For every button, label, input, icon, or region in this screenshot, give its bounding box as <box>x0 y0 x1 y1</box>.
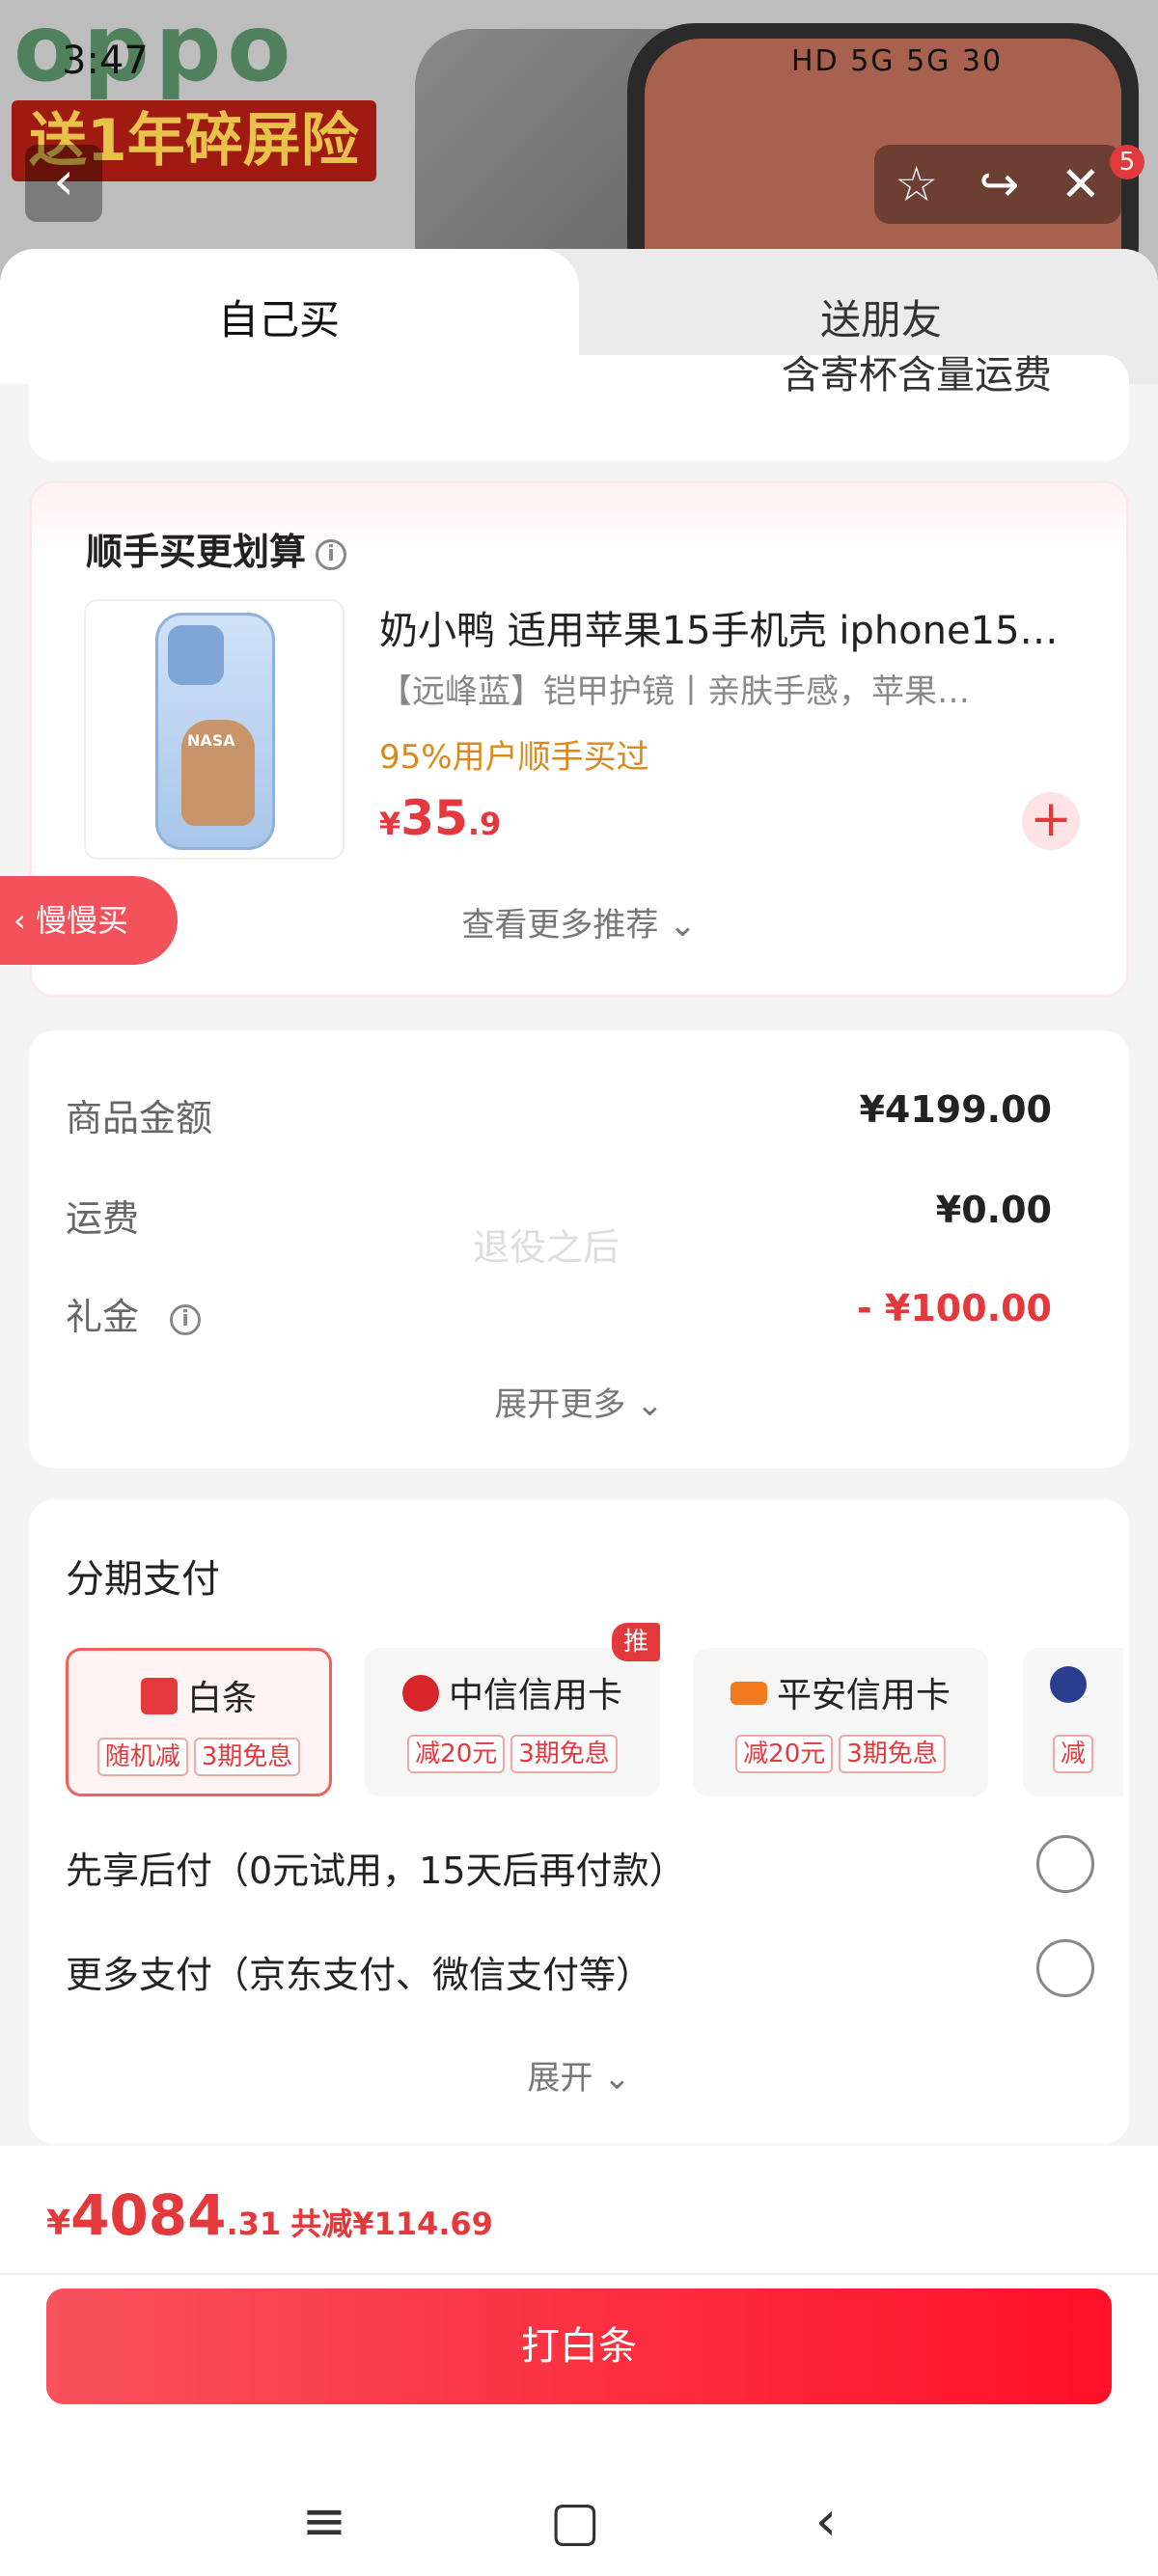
tab-self-label: 自己买 <box>218 296 341 343</box>
home-icon[interactable]: ▢ <box>537 2483 614 2561</box>
divider <box>0 2273 1158 2275</box>
shipping-label: 运费 <box>66 1197 140 1240</box>
back-button[interactable]: ‹ <box>25 145 102 222</box>
top-actions: ☆ ↪ ✕ <box>874 145 1121 224</box>
plus-icon: + <box>1030 790 1072 848</box>
expand-payment-link[interactable]: 展开 ⌄ <box>29 2051 1129 2098</box>
citic-icon <box>401 1675 439 1712</box>
close-icon[interactable]: ✕ <box>1061 156 1101 212</box>
baitiao-icon <box>140 1678 178 1714</box>
option-bank-partial[interactable]: 减 <box>1023 1648 1123 1796</box>
notification-badge: 5 <box>1110 145 1144 179</box>
more-pay-radio[interactable] <box>1036 1939 1094 1997</box>
menu-icon[interactable]: ≡ <box>286 2483 363 2561</box>
system-nav-bar: ≡ ▢ ‹ <box>0 2464 1158 2570</box>
product-spec[interactable]: 【远峰蓝】铠甲护镜丨亲肤手感，苹果… <box>379 665 1035 712</box>
star-icon[interactable]: ☆ <box>895 156 938 212</box>
slow-buy-button[interactable]: ‹ 慢慢买 <box>0 876 178 965</box>
chevron-left-icon: ‹ <box>53 151 74 211</box>
product-thumbnail[interactable]: NASA <box>84 599 345 860</box>
gift-money-row: 礼金 i - ¥100.00 <box>66 1287 1052 1340</box>
bank-icon <box>1050 1666 1087 1703</box>
option-baitiao[interactable]: 白条 随机减 3期免息 <box>66 1648 332 1796</box>
info-icon[interactable]: i <box>170 1303 202 1335</box>
tab-gift-label: 送朋友 <box>820 296 943 343</box>
installment-card: 分期支付 白条 随机减 3期免息 推 中信信用卡 减20元 3期免息 平安信用卡 减… <box>29 1499 1129 2144</box>
pingan-icon <box>730 1682 767 1705</box>
cut-off-text: 含寄杯含量运费 <box>782 353 1052 397</box>
share-icon[interactable]: ↪ <box>979 156 1020 212</box>
more-pay-option-label[interactable]: 更多支付（京东支付、微信支付等） <box>66 1945 652 1998</box>
back-icon[interactable]: ‹ <box>787 2483 865 2561</box>
gift-money-label: 礼金 <box>66 1296 140 1338</box>
info-icon[interactable]: i <box>316 538 347 570</box>
status-indicators: HD 5G 5G 30 <box>791 44 1004 78</box>
bnpl-option-label[interactable]: 先享后付（0元试用，15天后再付款） <box>66 1841 686 1894</box>
goods-amount-label: 商品金额 <box>66 1097 213 1139</box>
recommend-badge: 推 <box>612 1623 660 1661</box>
option-citic[interactable]: 推 中信信用卡 减20元 3期免息 <box>365 1623 660 1796</box>
more-recommend-link[interactable]: 查看更多推荐 ⌄ <box>32 898 1126 945</box>
brand-logo: oppo <box>14 0 297 102</box>
price-breakdown-card: 商品金额 ¥4199.00 运费 ¥0.00 礼金 i - ¥100.00 退役… <box>29 1030 1129 1468</box>
saved-amount: 共减¥114.69 <box>290 2206 493 2242</box>
pay-baitiao-button[interactable]: 打白条 <box>46 2288 1112 2404</box>
recommend-card: 顺手买更划算 i NASA 奶小鸭 适用苹果15手机壳 iphone15… 【远峰… <box>29 480 1129 998</box>
add-product-button[interactable]: + <box>1022 792 1080 850</box>
product-social-proof: 95%用户顺手买过 <box>379 738 649 777</box>
expand-more-link[interactable]: 展开更多 ⌄ <box>29 1378 1129 1425</box>
goods-amount-row: 商品金额 ¥4199.00 <box>66 1088 1052 1141</box>
product-page-background: oppo 送1年碎屏险 3:47 HD 5G 5G 30 ‹ ☆ ↪ ✕ 5 <box>0 0 1158 289</box>
goods-amount-value: ¥4199.00 <box>859 1088 1052 1131</box>
shipping-value: ¥0.00 <box>935 1189 1052 1231</box>
camera-cutout <box>168 625 224 685</box>
installment-title: 分期支付 <box>66 1557 220 1602</box>
product-price: ¥35.9 <box>379 790 502 846</box>
phone-case-image: NASA <box>155 613 275 850</box>
status-time: 3:47 <box>62 39 149 83</box>
address-card: 含寄杯含量运费 <box>29 353 1129 461</box>
product-name[interactable]: 奶小鸭 适用苹果15手机壳 iphone15… <box>379 599 1093 655</box>
option-pingan[interactable]: 平安信用卡 减20元 3期免息 <box>693 1648 988 1796</box>
recommend-title: 顺手买更划算 i <box>86 522 347 575</box>
chevron-left-icon: ‹ <box>14 902 36 939</box>
watermark-text: 退役之后 <box>473 1226 620 1269</box>
gift-money-value: - ¥100.00 <box>856 1287 1052 1329</box>
checkout-bottom-bar: ¥4084.31 共减¥114.69 打白条 ≡ ▢ ‹ <box>0 2146 1158 2576</box>
total-price: ¥4084.31 共减¥114.69 <box>46 2182 493 2248</box>
case-print-text: NASA <box>187 731 235 750</box>
bnpl-radio[interactable] <box>1036 1835 1094 1893</box>
